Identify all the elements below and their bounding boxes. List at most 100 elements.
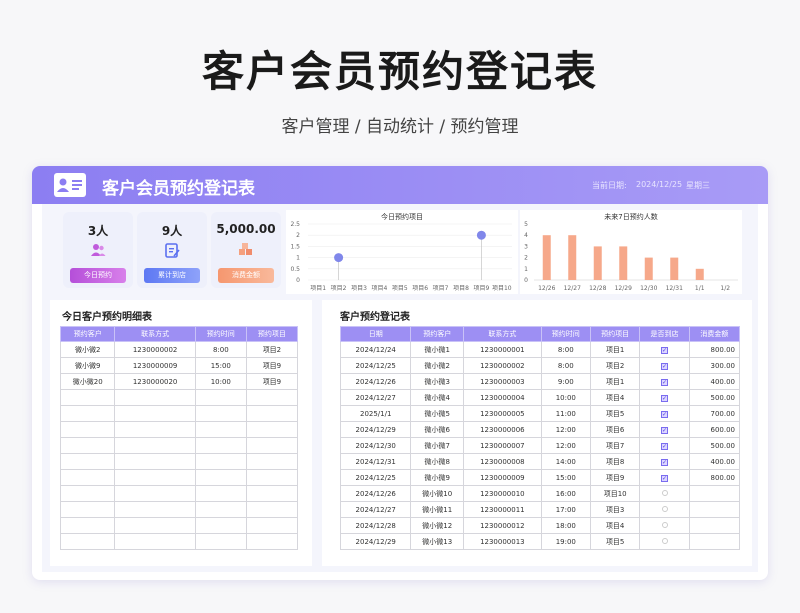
table-cell [194, 389, 247, 406]
checkbox-checked-icon[interactable]: ✓ [661, 362, 669, 370]
arrived-cell: ✓ [639, 357, 690, 374]
x-tick-label: 12/28 [589, 285, 606, 292]
table-cell: 10:00 [540, 389, 591, 406]
data-point [476, 230, 486, 240]
table-cell: 微小微9 [59, 357, 116, 374]
col-header: 预约客户 [59, 326, 116, 342]
stat-card-today: 3人 今日预约 [63, 212, 133, 288]
today-detail-panel: 今日客户预约明细表 预约客户 联系方式 预约时间 预约项目 微小微2 123000… [50, 300, 312, 566]
table-cell: 微小微13 [410, 533, 465, 550]
table-cell [194, 405, 247, 422]
table-cell: 1230000003 [463, 373, 542, 390]
today-items-chart: 今日预约项目 2.5 2 1.5 1 0.5 0 项目1 项目2 项目3 项目4 项目5 项目6 项目7… [286, 210, 518, 294]
table-cell [245, 453, 299, 470]
checkbox-empty-icon[interactable] [661, 537, 668, 544]
table-row: 2024/12/26 微小微10 1230000010 16:00 项目10 [339, 485, 741, 502]
table-cell: 项目5 [589, 533, 641, 550]
table-cell: 700.00 [688, 405, 741, 422]
table-cell: 300.00 [688, 357, 741, 374]
checkbox-empty-icon[interactable] [661, 521, 668, 528]
checkbox-checked-icon[interactable]: ✓ [661, 410, 669, 418]
checkbox-empty-icon[interactable] [661, 505, 668, 512]
y-tick-label: 2 [524, 255, 528, 262]
table-row: 2024/12/27 微小微4 1230000004 10:00 项目4 ✓ 500.00 [339, 389, 741, 406]
table-cell [688, 517, 741, 534]
table-cell: 2024/12/31 [339, 453, 412, 470]
table-cell [688, 485, 741, 502]
bar [593, 246, 602, 280]
checkbox-checked-icon[interactable]: ✓ [661, 442, 669, 450]
checkbox-checked-icon[interactable]: ✓ [661, 474, 669, 482]
table-cell: 14:00 [540, 453, 591, 470]
table-row: 2024/12/25 微小微9 1230000009 15:00 项目9 ✓ 800.00 [339, 469, 741, 486]
checkbox-checked-icon[interactable]: ✓ [661, 394, 669, 402]
table-row: 2024/12/28 微小微12 1230000012 18:00 项目4 [339, 517, 741, 534]
arrived-cell: ✓ [639, 453, 690, 470]
table-cell [59, 501, 116, 518]
table-cell [114, 405, 196, 422]
table-cell [114, 421, 196, 438]
table-cell: 1230000004 [463, 389, 542, 406]
table-row [59, 421, 299, 438]
table-cell [59, 421, 116, 438]
table-cell: 400.00 [688, 453, 741, 470]
table-row [59, 405, 299, 422]
today-detail-table: 预约客户 联系方式 预约时间 预约项目 微小微2 1230000002 8:00 项目… [59, 326, 299, 550]
table-cell: 1230000009 [114, 357, 196, 374]
checkbox-checked-icon[interactable]: ✓ [661, 346, 669, 354]
table-cell: 500.00 [688, 437, 741, 454]
table-cell: 项目9 [589, 469, 641, 486]
arrived-cell: ✓ [639, 437, 690, 454]
table-row [59, 517, 299, 534]
table-row [59, 501, 299, 518]
chart-title: 未来7日预约人数 [604, 213, 658, 221]
table-cell: 500.00 [688, 389, 741, 406]
table-cell: 2024/12/29 [339, 533, 412, 550]
table-cell: 18:00 [540, 517, 591, 534]
y-tick-label: 4 [524, 232, 528, 239]
table-cell [59, 533, 116, 550]
table-cell: 15:00 [540, 469, 591, 486]
checklist-icon [164, 242, 180, 258]
table-cell: 400.00 [688, 373, 741, 390]
table-cell: 微小微1 [410, 341, 465, 358]
table-cell [114, 501, 196, 518]
table-cell: 项目9 [245, 373, 299, 390]
registration-panel: 客户预约登记表 日期 预约客户 联系方式 预约时间 预约项目 是否到店 消费金额… [322, 300, 752, 566]
table-cell [114, 389, 196, 406]
col-header: 预约项目 [589, 326, 641, 342]
col-header: 预约项目 [245, 326, 299, 342]
table-row [59, 453, 299, 470]
page-subtitle: 客户管理 / 自动统计 / 预约管理 [281, 117, 519, 137]
bar [619, 246, 628, 280]
table-cell: 项目6 [589, 421, 641, 438]
table-cell: 项目10 [589, 485, 641, 502]
checkbox-checked-icon[interactable]: ✓ [661, 458, 669, 466]
table-cell: 微小微7 [410, 437, 465, 454]
x-tick-label: 项目10 [492, 285, 512, 292]
table-cell: 微小微10 [410, 485, 465, 502]
date-label: 当前日期: [592, 181, 627, 190]
x-tick-label: 12/26 [538, 285, 555, 292]
table-cell: 微小微4 [410, 389, 465, 406]
col-header: 联系方式 [114, 326, 196, 342]
table-cell: 1230000001 [463, 341, 542, 358]
arrived-cell: ✓ [639, 421, 690, 438]
today-booking-button[interactable]: 今日预约 [70, 268, 126, 283]
bar [568, 235, 577, 280]
stat-value: 9人 [161, 224, 183, 238]
checkbox-empty-icon[interactable] [661, 489, 668, 496]
cubes-icon [238, 242, 254, 258]
total-visits-button[interactable]: 累计到店 [144, 268, 200, 283]
checkbox-checked-icon[interactable]: ✓ [661, 426, 669, 434]
table-row: 微小微2 1230000002 8:00 项目2 [59, 341, 299, 358]
stat-card-visits: 9人 累计到店 [137, 212, 207, 288]
x-tick-label: 项目9 [473, 285, 489, 292]
table-cell: 8:00 [540, 341, 591, 358]
table-cell: 项目2 [589, 357, 641, 374]
table-row [59, 533, 299, 550]
col-header: 消费金额 [688, 326, 741, 342]
checkbox-checked-icon[interactable]: ✓ [661, 378, 669, 386]
spend-amount-button[interactable]: 消费金额 [218, 268, 274, 283]
y-tick-label: 1.5 [290, 243, 300, 250]
